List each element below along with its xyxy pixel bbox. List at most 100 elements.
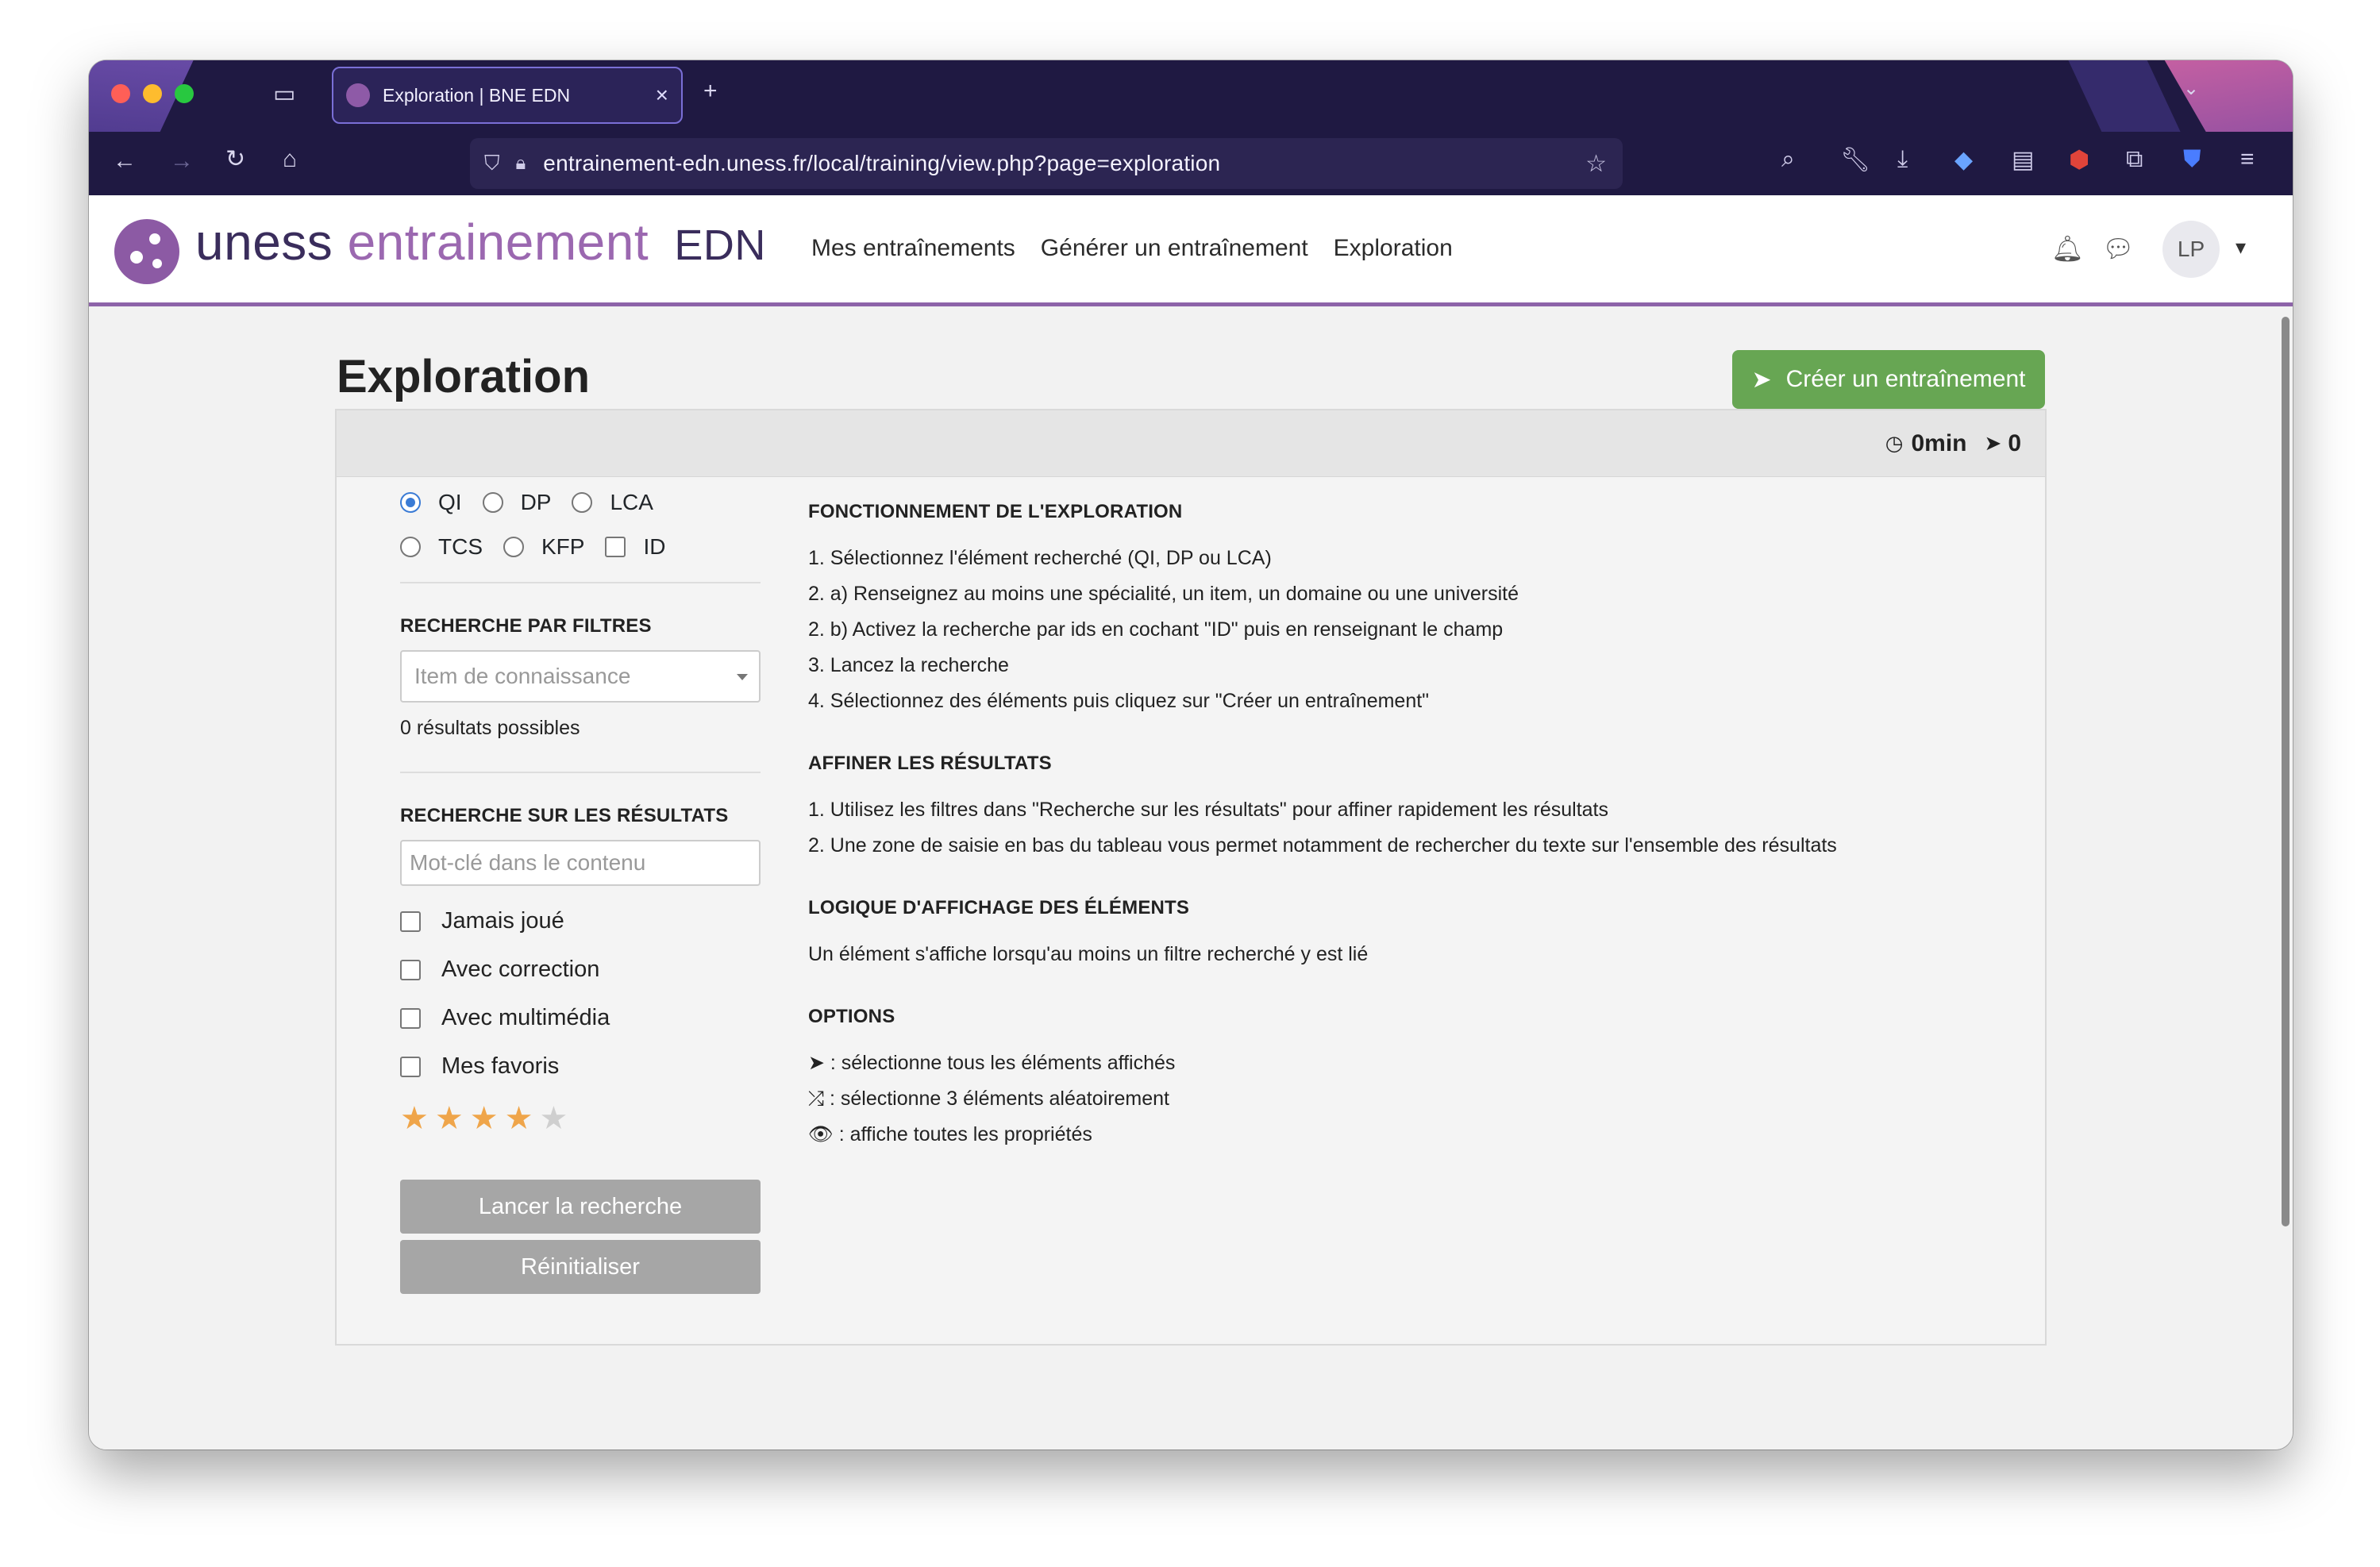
bookmark-star-icon[interactable]: ☆ <box>1585 150 1607 178</box>
keyword-search-input[interactable]: Mot-clé dans le contenu <box>400 840 761 886</box>
forward-icon[interactable]: → <box>170 149 194 173</box>
checkbox-control[interactable] <box>400 959 421 980</box>
url-text[interactable]: entrainement-edn.uness.fr/local/training… <box>543 151 1220 176</box>
lock-icon[interactable]: 🔒︎ <box>516 152 526 175</box>
notifications-bell-icon[interactable]: 🔔︎ <box>2051 233 2084 264</box>
home-icon[interactable]: ⌂ <box>283 148 297 171</box>
search-icon[interactable]: ⌕ <box>1781 146 1795 173</box>
radio-tcs-control[interactable] <box>400 537 421 557</box>
radio-kfp-control[interactable] <box>503 537 524 557</box>
create-training-button[interactable]: ➤ Créer un entraînement <box>1732 350 2045 409</box>
radio-qi[interactable]: QI <box>400 490 462 515</box>
uness-logo-icon[interactable] <box>114 219 179 284</box>
radio-dp[interactable]: DP <box>482 490 552 515</box>
option-line: ➤ : sélectionne tous les éléments affich… <box>808 1045 1999 1081</box>
selected-count: 0 <box>2008 429 2021 456</box>
ublock-icon[interactable]: ⬢ <box>2069 146 2089 174</box>
close-tab-icon[interactable]: × <box>656 83 668 108</box>
back-icon[interactable]: ← <box>113 149 137 173</box>
radio-dp-control[interactable] <box>482 492 503 513</box>
checkbox-label: Mes favoris <box>441 1053 560 1079</box>
cursor-icon: ➤ <box>808 1052 825 1074</box>
tab-title: Exploration | BNE EDN <box>383 84 571 106</box>
checkbox-jamais-joue[interactable]: Jamais joué <box>400 908 761 934</box>
radio-tcs[interactable]: TCS <box>400 534 483 560</box>
radio-lca[interactable]: LCA <box>572 490 653 515</box>
nav-exploration[interactable]: Exploration <box>1334 235 1453 262</box>
knowledge-item-select[interactable]: Item de connaissance <box>400 650 761 703</box>
radio-lca-control[interactable] <box>572 492 593 513</box>
type-options-row-1: QI DP LCA <box>400 490 761 515</box>
option-text: : sélectionne 3 éléments aléatoirement <box>829 1088 1169 1110</box>
checkbox-avec-multimedia[interactable]: Avec multimédia <box>400 1005 761 1031</box>
display-logic-section: LOGIQUE D'AFFICHAGE DES ÉLÉMENTS Un élém… <box>808 897 1999 972</box>
results-search-heading: RECHERCHE SUR LES RÉSULTATS <box>400 805 729 826</box>
star-icon[interactable]: ★ <box>470 1100 499 1137</box>
checkbox-label: Avec correction <box>441 957 600 982</box>
shield-icon[interactable]: ⛉ <box>484 151 500 176</box>
how-step: 4. Sélectionnez des éléments puis clique… <box>808 690 1430 712</box>
checkbox-label: Avec multimédia <box>441 1005 610 1030</box>
messages-icon[interactable]: 💬︎ <box>2102 233 2135 264</box>
bitwarden-icon[interactable]: ⛊ <box>2183 146 2201 173</box>
reset-button[interactable]: Réinitialiser <box>400 1240 761 1294</box>
radio-qi-control[interactable] <box>400 492 421 513</box>
star-icon[interactable]: ★ <box>505 1100 533 1137</box>
create-training-label: Créer un entraînement <box>1785 366 2026 392</box>
radio-qi-label: QI <box>438 490 462 514</box>
minimize-window-button[interactable] <box>143 84 162 103</box>
star-icon[interactable]: ★ <box>539 1100 568 1137</box>
how-it-works-section: FONCTIONNEMENT DE L'EXPLORATION 1. Sélec… <box>808 501 1999 719</box>
checkbox-label: Jamais joué <box>441 908 564 934</box>
menu-icon[interactable]: ≡ <box>2240 146 2255 173</box>
address-bar[interactable]: ⛉ 🔒︎ entrainement-edn.uness.fr/local/tra… <box>470 138 1623 189</box>
scrollbar[interactable] <box>2282 317 2289 1226</box>
checkbox-id[interactable]: ID <box>605 534 665 560</box>
checkbox-mes-favoris[interactable]: Mes favoris <box>400 1053 761 1080</box>
checkbox-control[interactable] <box>400 1056 421 1077</box>
maximize-window-button[interactable] <box>175 84 194 103</box>
rating-stars[interactable]: ★ ★ ★ ★ ★ <box>400 1100 761 1137</box>
nav-generer-entrainement[interactable]: Générer un entraînement <box>1041 235 1308 262</box>
download-icon[interactable]: ⤓ <box>1897 146 1908 173</box>
site-brand[interactable]: uness entrainement EDN <box>195 213 766 271</box>
search-button[interactable]: Lancer la recherche <box>400 1180 761 1234</box>
new-tab-icon[interactable]: + <box>703 79 718 103</box>
checkbox-id-control[interactable] <box>605 537 626 557</box>
avatar[interactable]: LP <box>2162 221 2220 278</box>
checkbox-control[interactable] <box>400 911 421 932</box>
chevron-down-icon[interactable]: ▾ <box>2236 235 2246 260</box>
list-tabs-icon[interactable]: ⌄ <box>2183 79 2199 98</box>
radio-kfp[interactable]: KFP <box>503 534 584 560</box>
reload-icon[interactable]: ↻ <box>225 148 245 171</box>
checkbox-control[interactable] <box>400 1007 421 1029</box>
extension-icon[interactable]: ◆ <box>1954 146 1973 174</box>
possible-results-count: 0 résultats possibles <box>400 717 580 739</box>
star-icon[interactable]: ★ <box>435 1100 464 1137</box>
eye-icon: 👁︎ <box>808 1123 834 1145</box>
how-step: 3. Lancez la recherche <box>808 654 1009 676</box>
star-icon[interactable]: ★ <box>400 1100 429 1137</box>
filter-search-heading: RECHERCHE PAR FILTRES <box>400 615 652 637</box>
brand-uness: uness <box>195 214 333 271</box>
tab-overview-icon[interactable]: ▭ <box>273 83 295 106</box>
type-options-row-2: TCS KFP ID <box>400 534 761 560</box>
site-favicon-icon <box>346 83 370 107</box>
exploration-card: ◷ 0min ➤ 0 QI DP LCA TCS KFP ID RECHERCH… <box>335 409 2047 1346</box>
extensions-puzzle-icon[interactable]: ⧉ <box>2126 146 2143 173</box>
checkbox-avec-correction[interactable]: Avec correction <box>400 957 761 983</box>
divider <box>400 582 761 583</box>
tab-active[interactable]: Exploration | BNE EDN × <box>332 67 683 124</box>
close-window-button[interactable] <box>111 84 130 103</box>
wrench-icon[interactable]: 🔧︎ <box>1840 146 1870 174</box>
filter-panel: QI DP LCA TCS KFP ID RECHERCHE PAR FILTR… <box>400 490 761 1294</box>
brand-entrainement: entrainement <box>347 214 649 271</box>
options-heading: OPTIONS <box>808 1006 895 1027</box>
dropdown-caret-icon <box>737 674 748 680</box>
tab-bar: ▭ Exploration | BNE EDN × + ⌄ <box>89 60 2293 132</box>
options-section: OPTIONS ➤ : sélectionne tous les élément… <box>808 1006 1999 1153</box>
nav-mes-entrainements[interactable]: Mes entraînements <box>811 235 1015 262</box>
radio-dp-label: DP <box>520 490 552 514</box>
how-step: 2. b) Activez la recherche par ids en co… <box>808 618 1504 641</box>
reader-icon[interactable]: ▤ <box>2012 146 2034 174</box>
